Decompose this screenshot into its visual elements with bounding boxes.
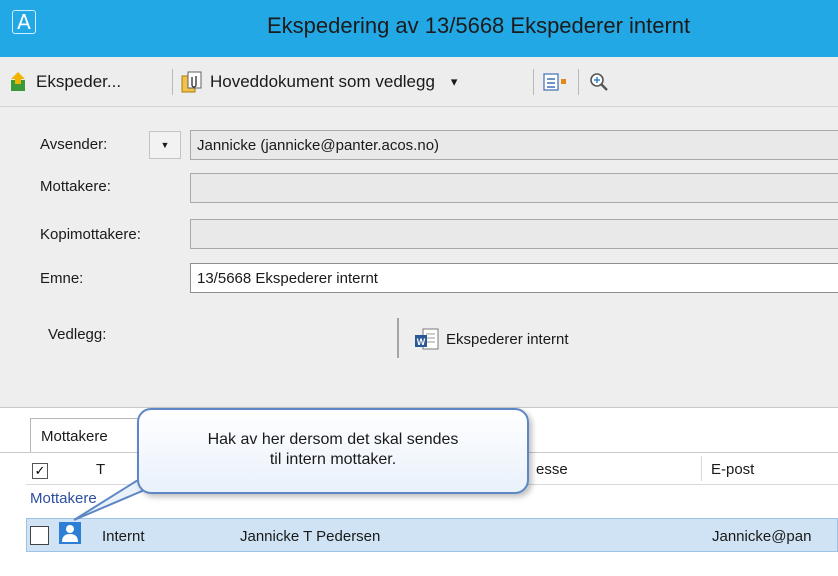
recipients-label: Mottakere: <box>40 178 111 195</box>
callout-text: Hak av her dersom det skal sendes til in… <box>139 430 527 470</box>
subject-field[interactable]: 13/5668 Ekspederer internt <box>190 263 838 293</box>
toolbar-separator <box>578 69 579 95</box>
column-separator <box>701 456 702 481</box>
subject-label: Emne: <box>40 270 84 287</box>
zoom-icon <box>590 72 608 91</box>
internal-recipient-checkbox[interactable] <box>30 526 49 545</box>
svg-text:W: W <box>417 337 426 347</box>
help-callout: Hak av her dersom det skal sendes til in… <box>137 408 529 494</box>
callout-line-1: Hak av her dersom det skal sendes <box>207 431 459 448</box>
zoom-button[interactable] <box>588 57 610 106</box>
list-options-button[interactable] <box>542 57 570 106</box>
row-email-cell: Jannicke@pan <box>712 528 812 545</box>
app-logo-icon: A <box>12 10 36 34</box>
column-header-address[interactable]: esse <box>536 461 568 478</box>
chevron-down-icon: ▼ <box>160 140 170 150</box>
main-document-as-attachment-button[interactable]: Hoveddokument som vedlegg ▾ <box>180 57 457 106</box>
cc-field[interactable] <box>190 219 838 249</box>
sender-label: Avsender: <box>40 136 108 153</box>
dropdown-arrow-icon[interactable]: ▾ <box>451 74 458 90</box>
toolbar-separator <box>533 69 534 95</box>
toolbar: Ekspeder... Hoveddokument som vedlegg ▾ <box>0 57 838 107</box>
recipients-field[interactable] <box>190 173 838 203</box>
callout-line-2: til intern mottaker. <box>269 451 397 468</box>
attachment-separator <box>397 318 399 358</box>
attachment-name: Ekspederer internt <box>446 330 569 348</box>
attachments-label: Vedlegg: <box>48 326 107 343</box>
toolbar-separator <box>172 69 173 95</box>
list-options-icon <box>543 72 566 91</box>
row-name-cell: Jannicke T Pedersen <box>240 528 381 545</box>
send-button[interactable]: Ekspeder... <box>8 57 121 106</box>
column-header-email[interactable]: E-post <box>711 461 754 478</box>
title-bar: A Ekspedering av 13/5668 Ekspederer inte… <box>0 0 838 57</box>
attachment-item[interactable]: W Ekspederer internt <box>414 327 569 351</box>
send-icon <box>11 71 25 91</box>
word-document-icon: W <box>415 328 439 350</box>
row-type-cell: Internt <box>102 528 145 545</box>
sender-dropdown-button[interactable]: ▼ <box>149 131 181 159</box>
cc-label: Kopimottakere: <box>40 226 141 243</box>
column-header-type[interactable]: T <box>96 461 105 478</box>
sender-field[interactable]: Jannicke (jannicke@panter.acos.no) <box>190 130 838 160</box>
select-all-checkbox[interactable]: ✓ <box>32 463 48 479</box>
tab-recipients[interactable]: Mottakere <box>30 418 150 452</box>
person-icon <box>59 522 81 544</box>
main-document-label: Hoveddokument som vedlegg <box>210 71 435 91</box>
send-button-label: Ekspeder... <box>36 71 122 91</box>
attach-document-icon <box>181 71 202 92</box>
window-title: Ekspedering av 13/5668 Ekspederer intern… <box>267 13 691 38</box>
